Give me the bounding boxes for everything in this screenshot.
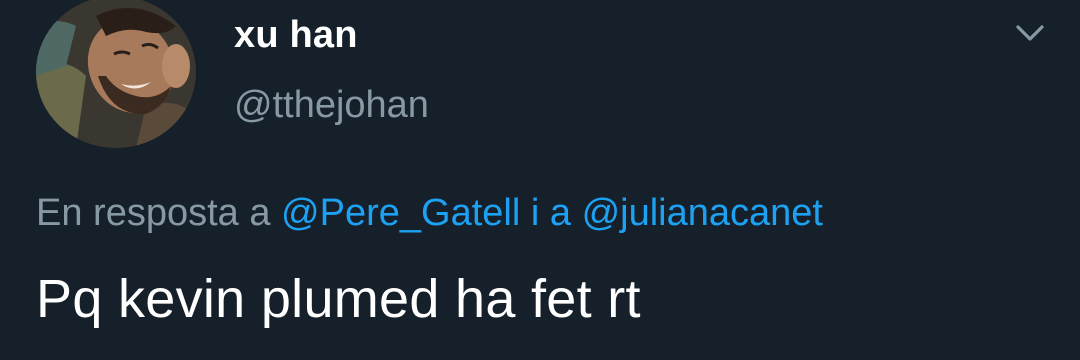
- user-avatar-photo-icon: [36, 0, 196, 148]
- tweet-card: xu han @tthejohan En resposta a @Pere_Ga…: [0, 0, 1080, 360]
- reply-context: En resposta a @Pere_Gatell i a @julianac…: [36, 192, 823, 235]
- reply-prefix: En resposta a: [36, 192, 271, 234]
- chevron-down-icon: [1016, 25, 1044, 41]
- mention-link-pere-gatell[interactable]: @Pere_Gatell: [281, 192, 520, 234]
- author-handle[interactable]: @tthejohan: [234, 84, 429, 127]
- tweet-text: Pq kevin plumed ha fet rt: [36, 269, 641, 329]
- avatar[interactable]: [36, 0, 196, 148]
- reply-joiner: i a: [530, 192, 571, 234]
- mention-link-julianacanet[interactable]: @julianacanet: [582, 192, 823, 234]
- tweet-menu-button[interactable]: [1010, 18, 1050, 48]
- author-display-name[interactable]: xu han: [234, 14, 358, 57]
